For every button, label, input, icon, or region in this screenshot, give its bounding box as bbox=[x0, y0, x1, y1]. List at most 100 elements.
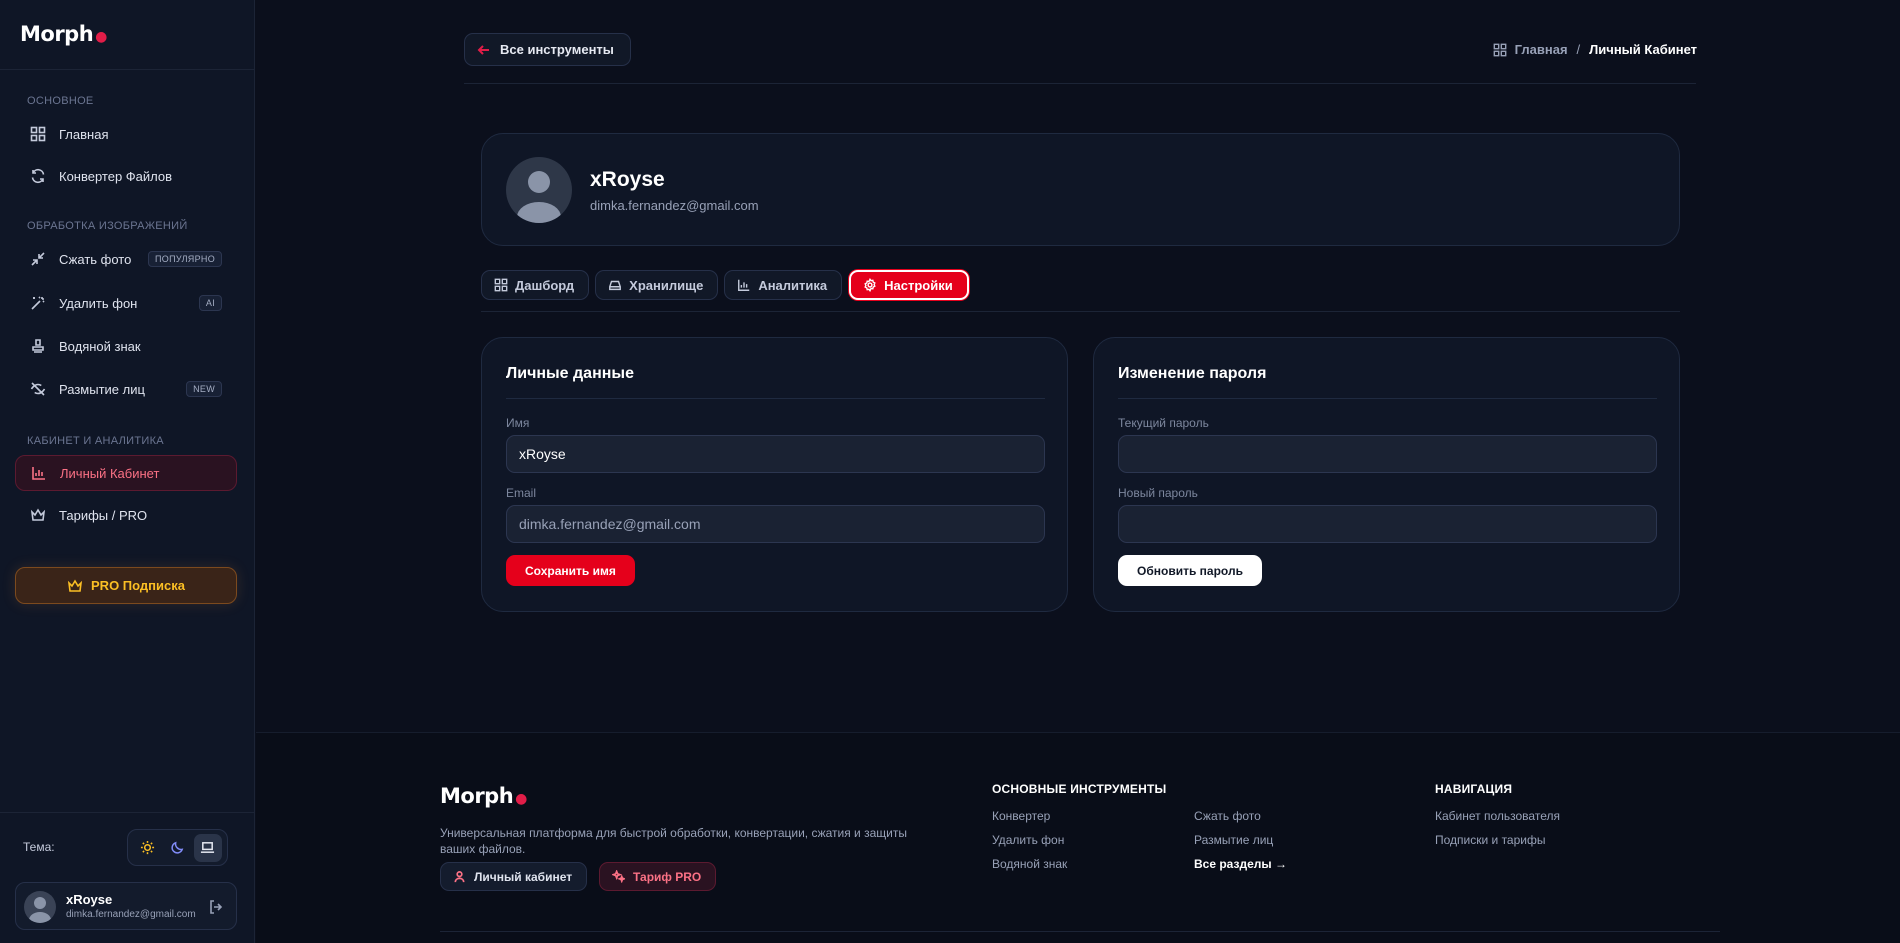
theme-switch bbox=[127, 829, 228, 866]
badge-ai: AI bbox=[198, 295, 222, 311]
email-field[interactable]: dimka.fernandez@gmail.com bbox=[506, 505, 1045, 543]
logout-icon bbox=[210, 900, 223, 914]
theme-light-button[interactable] bbox=[133, 834, 161, 862]
breadcrumb-home-link[interactable]: Главная bbox=[1515, 42, 1568, 57]
tab-settings[interactable]: Настройки bbox=[849, 270, 969, 300]
crown-icon bbox=[29, 506, 47, 524]
personal-data-card: Личные данные Имя xRoyse Email dimka.fer… bbox=[481, 337, 1068, 612]
stamp-icon bbox=[29, 337, 47, 355]
sidebar-item-label: Личный Кабинет bbox=[60, 465, 160, 481]
sidebar-item-remove-bg[interactable]: Удалить фон AI bbox=[15, 285, 237, 321]
breadcrumb-current: Личный Кабинет bbox=[1589, 42, 1697, 57]
drive-icon bbox=[609, 280, 622, 291]
save-name-button[interactable]: Сохранить имя bbox=[506, 555, 635, 586]
tab-storage[interactable]: Хранилище bbox=[595, 270, 719, 300]
grid-icon bbox=[1493, 43, 1507, 56]
theme-dark-button[interactable] bbox=[163, 834, 191, 862]
footer: Morph ● Универсальная платформа для быстр… bbox=[256, 732, 1900, 943]
sidebar-divider bbox=[0, 812, 255, 813]
badge-popular: ПОПУЛЯРНО bbox=[148, 251, 222, 267]
name-label: Имя bbox=[506, 416, 530, 430]
breadcrumb-separator: / bbox=[1576, 42, 1581, 57]
email-label: Email bbox=[506, 486, 537, 500]
section-label-account: КАБИНЕТ И АНАЛИТИКА bbox=[27, 435, 164, 447]
footer-nav-heading: НАВИГАЦИЯ bbox=[1435, 782, 1513, 796]
card-title: Личные данные bbox=[506, 365, 634, 382]
pro-subscription-button[interactable]: PRO Подписка bbox=[15, 567, 237, 604]
footer-link-remove-bg[interactable]: Удалить фон bbox=[992, 833, 1064, 847]
footer-link-subscriptions[interactable]: Подписки и тарифы bbox=[1435, 833, 1545, 847]
password-change-card: Изменение пароля Текущий пароль Новый па… bbox=[1093, 337, 1680, 612]
sidebar-item-watermark[interactable]: Водяной знак bbox=[15, 328, 237, 364]
sidebar-item-account[interactable]: Личный Кабинет bbox=[15, 455, 237, 491]
footer-link-watermark[interactable]: Водяной знак bbox=[992, 857, 1067, 871]
current-password-field[interactable] bbox=[1118, 435, 1657, 473]
eye-off-icon bbox=[29, 380, 47, 398]
magic-wand-icon bbox=[29, 294, 47, 312]
user-card[interactable]: xRoyse dimka.fernandez@gmail.com bbox=[15, 882, 237, 930]
moon-icon bbox=[171, 841, 184, 854]
arrow-left-icon bbox=[477, 44, 489, 55]
section-label-main: ОСНОВНОЕ bbox=[27, 95, 94, 107]
footer-tools-heading: ОСНОВНЫЕ ИНСТРУМЕНТЫ bbox=[992, 782, 1167, 796]
footer-link-converter[interactable]: Конвертер bbox=[992, 809, 1050, 823]
footer-link-compress[interactable]: Сжать фото bbox=[1194, 809, 1261, 823]
sidebar-item-pricing[interactable]: Тарифы / PRO bbox=[15, 497, 237, 533]
sidebar-item-home[interactable]: Главная bbox=[15, 116, 237, 152]
sidebar-item-converter[interactable]: Конвертер Файлов bbox=[15, 158, 237, 194]
brand-logo[interactable]: Morph ● bbox=[20, 22, 107, 46]
profile-avatar bbox=[506, 157, 572, 223]
sparkles-icon bbox=[612, 870, 625, 883]
bar-chart-icon bbox=[30, 464, 48, 482]
footer-description: Универсальная платформа для быстрой обра… bbox=[440, 826, 907, 856]
grid-icon bbox=[29, 125, 47, 143]
sidebar-item-label: Размытие лиц bbox=[59, 381, 145, 397]
new-password-field[interactable] bbox=[1118, 505, 1657, 543]
current-password-label: Текущий пароль bbox=[1118, 416, 1209, 430]
tab-dashboard[interactable]: Дашборд bbox=[481, 270, 590, 300]
user-icon bbox=[454, 871, 465, 883]
account-tabs: Дашборд Хранилище Аналитика Настройки bbox=[481, 270, 969, 300]
card-divider bbox=[1118, 398, 1657, 399]
sidebar: Morph ● ОСНОВНОЕ Главная Конвертер Файлов… bbox=[0, 0, 255, 943]
gear-icon bbox=[864, 278, 876, 292]
sidebar-item-label: Главная bbox=[59, 126, 109, 142]
profile-email: dimka.fernandez@gmail.com bbox=[590, 198, 759, 213]
logo-dot: ● bbox=[95, 29, 107, 45]
user-email: dimka.fernandez@gmail.com bbox=[66, 909, 196, 920]
card-title: Изменение пароля bbox=[1118, 365, 1267, 382]
sidebar-divider bbox=[0, 69, 255, 70]
footer-link-all-sections[interactable]: Все разделы → bbox=[1194, 857, 1287, 871]
logout-button[interactable] bbox=[208, 899, 224, 920]
footer-pro-link[interactable]: Тариф PRO bbox=[599, 862, 717, 891]
name-field[interactable]: xRoyse bbox=[506, 435, 1045, 473]
badge-new: NEW bbox=[186, 381, 222, 397]
sidebar-item-label: Конвертер Файлов bbox=[59, 168, 173, 184]
sidebar-item-face-blur[interactable]: Размытие лиц NEW bbox=[15, 371, 237, 407]
sun-icon bbox=[140, 840, 154, 855]
laptop-icon bbox=[201, 842, 215, 853]
footer-link-face-blur[interactable]: Размытие лиц bbox=[1194, 833, 1273, 847]
sidebar-item-compress[interactable]: Сжать фото ПОПУЛЯРНО bbox=[15, 241, 237, 277]
section-label-image: ОБРАБОТКА ИЗОБРАЖЕНИЙ bbox=[27, 220, 188, 232]
theme-system-button[interactable] bbox=[193, 833, 222, 862]
tab-analytics[interactable]: Аналитика bbox=[724, 270, 843, 300]
theme-label: Тема: bbox=[23, 840, 55, 854]
update-password-button[interactable]: Обновить пароль bbox=[1118, 555, 1262, 586]
user-name: xRoyse bbox=[66, 892, 113, 907]
sidebar-item-label: Удалить фон bbox=[59, 295, 138, 311]
bar-chart-icon bbox=[738, 279, 750, 291]
breadcrumb: Главная / Личный Кабинет bbox=[1493, 42, 1697, 57]
header-divider bbox=[464, 83, 1696, 84]
crown-icon bbox=[67, 578, 83, 592]
compress-icon bbox=[29, 250, 47, 268]
new-password-label: Новый пароль bbox=[1118, 486, 1198, 500]
footer-logo[interactable]: Morph ● bbox=[440, 784, 527, 808]
footer-account-link[interactable]: Личный кабинет bbox=[440, 862, 588, 891]
back-to-tools-button[interactable]: Все инструменты bbox=[464, 33, 631, 66]
profile-card: xRoyse dimka.fernandez@gmail.com bbox=[481, 133, 1680, 246]
footer-link-user-cabinet[interactable]: Кабинет пользователя bbox=[1435, 809, 1560, 823]
tabs-divider bbox=[481, 311, 1680, 312]
profile-name: xRoyse bbox=[590, 168, 665, 191]
refresh-icon bbox=[29, 167, 47, 185]
